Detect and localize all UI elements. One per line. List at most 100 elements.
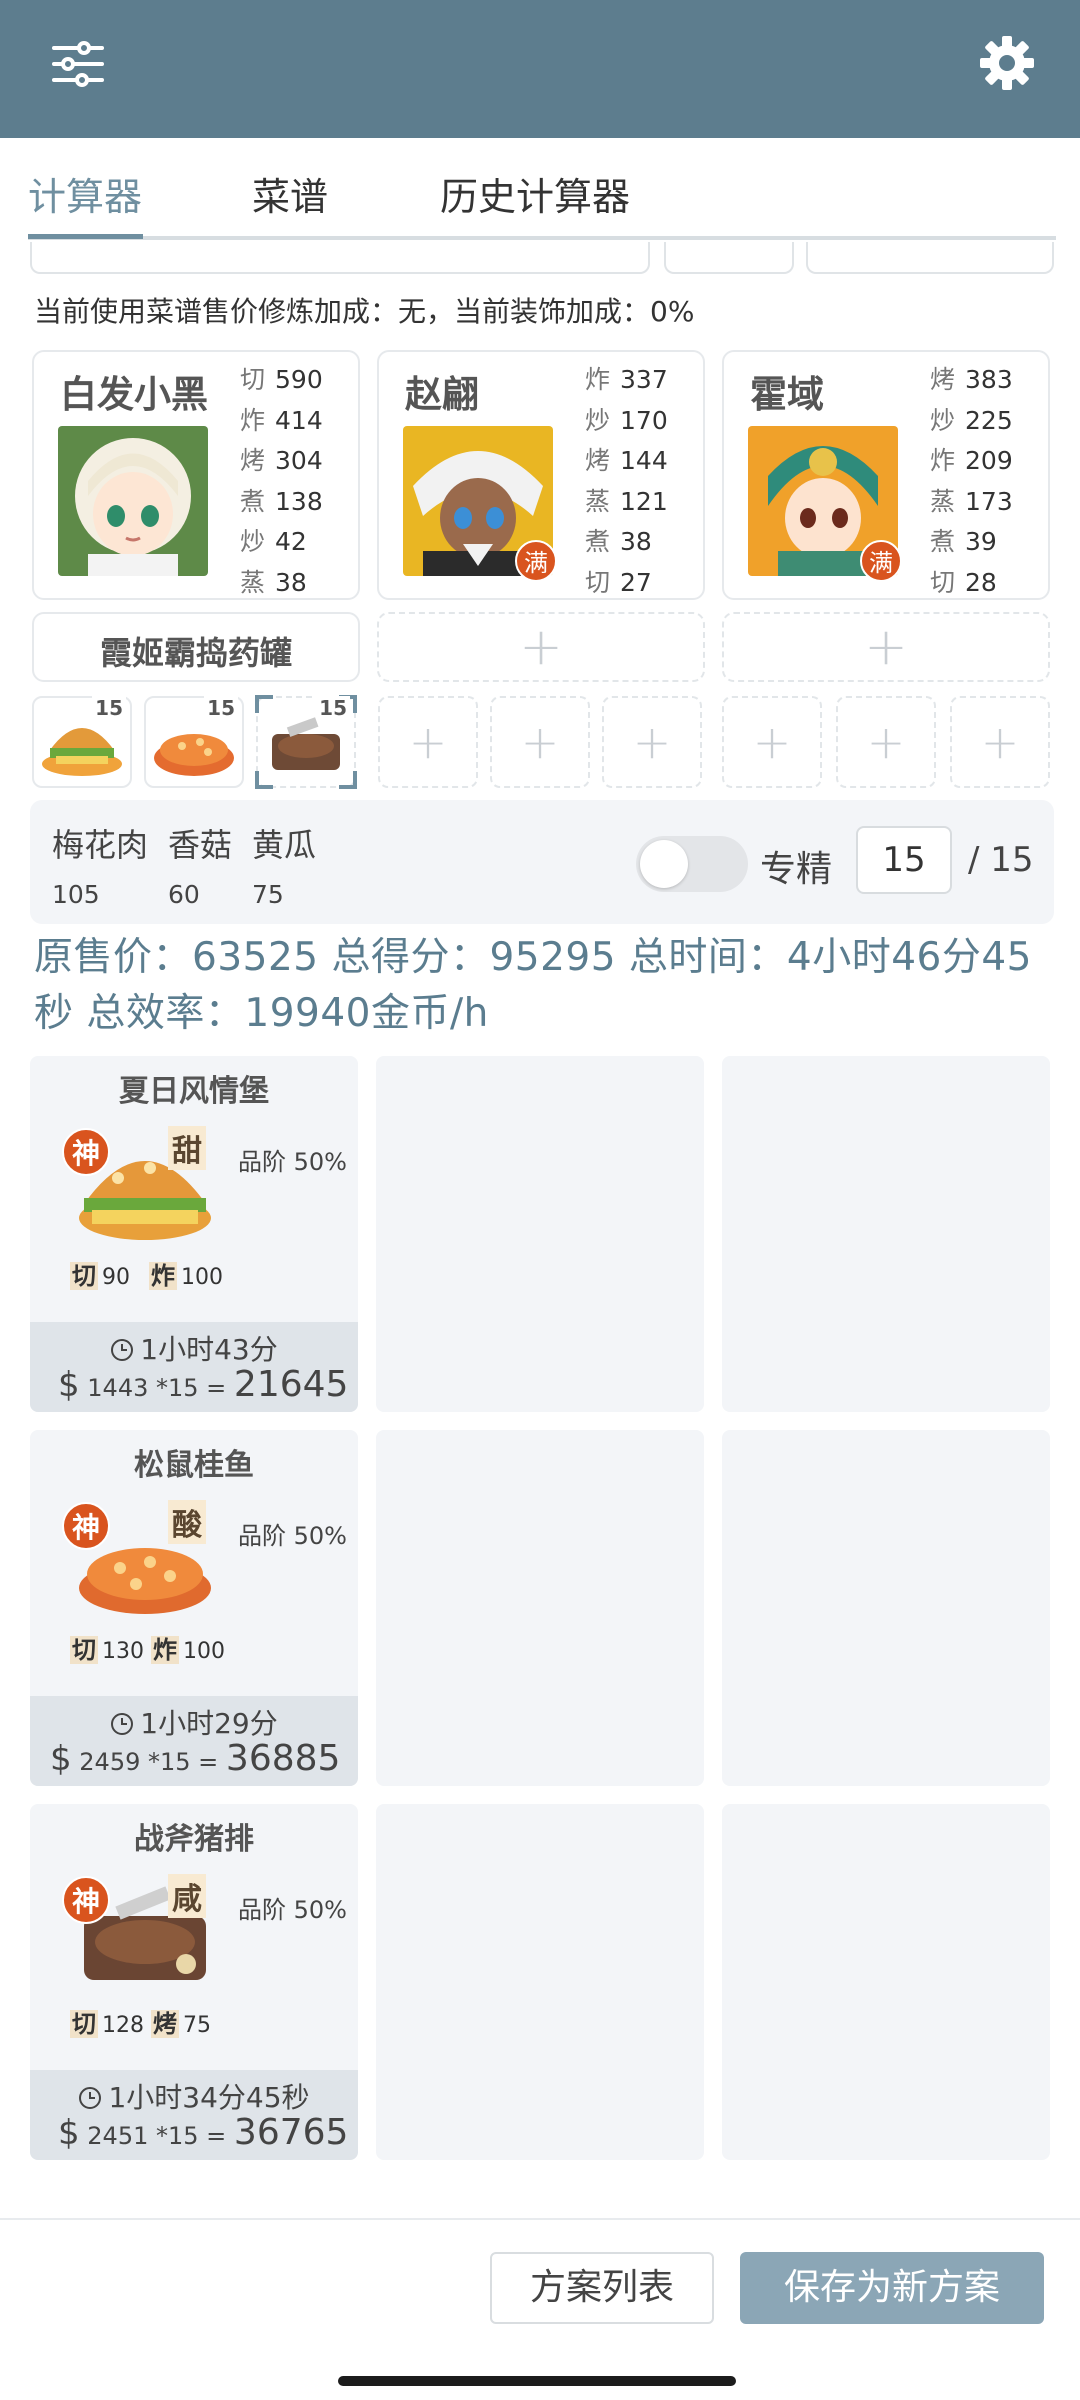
chef-name: 白发小黑 <box>60 373 208 416</box>
ingredient-item: 梅花肉 105 <box>52 826 149 909</box>
dish-time: 1小时43分 <box>30 1328 358 1368</box>
grade-label: 品阶 50% <box>238 1896 347 1924</box>
add-recipe-button[interactable]: + <box>602 696 702 788</box>
dish-footer: 1小时29分 $ 2459 *15 = 36885 <box>30 1696 358 1786</box>
skill-row: 蒸 121 <box>585 486 668 516</box>
skill-row: 烤 383 <box>930 365 1013 394</box>
clock-icon <box>79 2087 102 2109</box>
plus-icon: + <box>866 715 906 769</box>
skill-row: 炸 337 <box>585 365 668 394</box>
dish-time: 1小时29分 <box>30 1702 358 1742</box>
chef-skills: 炸 337 炒 170 烤 144 蒸 121 煮 38 切 27 <box>585 360 668 603</box>
dish-slot-empty[interactable] <box>376 1804 704 2160</box>
dish-skill-requirements: 切 130 炸 100 <box>70 1636 225 1664</box>
dish-card[interactable]: 松鼠桂鱼 神 酸 品阶 50% 切 130 炸 100 1小时29分 $ 2459 … <box>30 1430 358 1786</box>
selector-partial[interactable] <box>664 242 794 274</box>
skill-row: 炒 170 <box>585 405 668 435</box>
dish-slot-empty[interactable] <box>722 1804 1050 2160</box>
chef-card[interactable]: 白发小黑 切 590 炸 414 烤 304 煮 138 炒 42 蒸 38 <box>32 350 360 600</box>
recipe-slot[interactable]: 15 <box>144 696 244 788</box>
specialize-label: 专精 <box>760 849 833 890</box>
chef-card[interactable]: 赵翩 满 炸 337 炒 170 烤 144 蒸 121 煮 38 切 27 <box>377 350 705 600</box>
add-recipe-button[interactable]: + <box>490 696 590 788</box>
clock-icon <box>111 1713 134 1735</box>
skill-row: 切 27 <box>585 567 652 597</box>
dish-price: $ 1443 *15 = 21645 <box>58 1364 349 1405</box>
skill-row: 炒 42 <box>240 527 307 556</box>
specialize-level-max: / 15 <box>968 840 1034 880</box>
save-new-plan-button[interactable]: 保存为新方案 <box>740 2252 1044 2324</box>
dish-card[interactable]: 夏日风情堡 神 甜 品阶 50% 切 90 炸 100 1小时43分 $ 1443 … <box>30 1056 358 1412</box>
skill-row: 烤 144 <box>585 446 668 475</box>
dish-slot-empty[interactable] <box>376 1430 704 1786</box>
skill-row: 烤 304 <box>240 446 323 475</box>
plus-icon: + <box>519 617 563 677</box>
chef-name: 赵翩 <box>405 373 479 416</box>
equipment-name: 霞姬霸捣药罐 <box>99 634 292 672</box>
max-badge: 满 <box>515 540 557 582</box>
god-badge: 神 <box>62 1876 110 1924</box>
active-tab-indicator <box>28 234 143 239</box>
skill-row: 炸 414 <box>240 405 323 435</box>
dish-footer: 1小时43分 $ 1443 *15 = 21645 <box>30 1322 358 1412</box>
plus-icon: + <box>752 715 792 769</box>
skill-row: 煮 39 <box>930 527 997 556</box>
add-recipe-button[interactable]: + <box>950 696 1050 788</box>
dish-time: 1小时34分45秒 <box>30 2076 358 2116</box>
grade-label: 品阶 50% <box>238 1148 347 1176</box>
specialize-level-input[interactable]: 15 <box>856 826 952 894</box>
dish-card[interactable]: 战斧猪排 神 咸 品阶 50% 切 128 烤 75 1小时34分45秒 $ 245… <box>30 1804 358 2160</box>
grade-label: 品阶 50% <box>238 1522 347 1550</box>
add-recipe-button[interactable]: + <box>836 696 936 788</box>
dish-footer: 1小时34分45秒 $ 2451 *15 = 36765 <box>30 2070 358 2160</box>
dish-skill-requirements: 切 128 烤 75 <box>70 2010 211 2038</box>
skill-row: 切 590 <box>240 365 323 394</box>
recipe-level: 15 <box>204 696 238 720</box>
add-equipment-button[interactable]: + <box>722 612 1050 682</box>
add-recipe-button[interactable]: + <box>722 696 822 788</box>
flavor-tag: 甜 <box>168 1126 206 1170</box>
flavor-tag: 咸 <box>168 1874 206 1918</box>
god-badge: 神 <box>62 1502 110 1550</box>
skill-row: 煮 38 <box>585 527 652 556</box>
specialize-toggle[interactable] <box>636 836 748 892</box>
chef-name: 霍域 <box>750 373 824 416</box>
selector-partial[interactable] <box>30 242 650 274</box>
tab-recipes[interactable]: 菜谱 <box>252 166 328 221</box>
dish-slot-empty[interactable] <box>722 1430 1050 1786</box>
skill-row: 炸 209 <box>930 446 1013 475</box>
tab-calculator[interactable]: 计算器 <box>28 166 142 221</box>
selector-partial[interactable] <box>806 242 1054 274</box>
summary-stats: 原售价：63525 总得分：95295 总时间：4小时46分45秒 总效率：19… <box>34 935 1032 1036</box>
skill-row: 蒸 173 <box>930 486 1013 516</box>
ingredients-panel: 梅花肉 105 香菇 60 黄瓜 75 专精 15 / 15 <box>30 800 1054 924</box>
tab-history-calculator[interactable]: 历史计算器 <box>440 166 630 221</box>
recipe-slot[interactable]: 15 <box>32 696 132 788</box>
dish-skill-requirements: 切 90 炸 100 <box>70 1262 223 1290</box>
bottom-action-bar: 方案列表 保存为新方案 <box>0 2218 1080 2400</box>
equipment-slot[interactable]: 霞姬霸捣药罐 <box>32 612 360 682</box>
sliders-icon[interactable] <box>52 38 104 90</box>
tab-bar: 计算器 菜谱 历史计算器 <box>0 138 1080 242</box>
add-equipment-button[interactable]: + <box>377 612 705 682</box>
recipe-slot-selected[interactable]: 15 <box>255 695 357 789</box>
home-indicator[interactable] <box>338 2376 736 2386</box>
plus-icon: + <box>520 715 560 769</box>
chef-card[interactable]: 霍域 满 烤 383 炒 225 炸 209 蒸 173 煮 39 切 28 <box>722 350 1050 600</box>
dish-price: $ 2451 *15 = 36765 <box>58 2112 349 2153</box>
skill-row: 切 28 <box>930 567 997 597</box>
plus-icon: + <box>408 715 448 769</box>
add-recipe-button[interactable]: + <box>378 696 478 788</box>
gear-icon[interactable] <box>978 34 1036 92</box>
ingredient-item: 黄瓜 75 <box>252 826 317 909</box>
chef-skills: 烤 383 炒 225 炸 209 蒸 173 煮 39 切 28 <box>930 360 1013 603</box>
dish-slot-empty[interactable] <box>376 1056 704 1412</box>
dish-slot-empty[interactable] <box>722 1056 1050 1412</box>
app-header <box>0 0 1080 138</box>
dish-price: $ 2459 *15 = 36885 <box>50 1738 341 1779</box>
plan-list-button[interactable]: 方案列表 <box>490 2252 714 2324</box>
skill-row: 煮 138 <box>240 486 323 516</box>
max-badge: 满 <box>860 540 902 582</box>
chef-skills: 切 590 炸 414 烤 304 煮 138 炒 42 蒸 38 <box>240 360 323 603</box>
plus-icon: + <box>980 715 1020 769</box>
